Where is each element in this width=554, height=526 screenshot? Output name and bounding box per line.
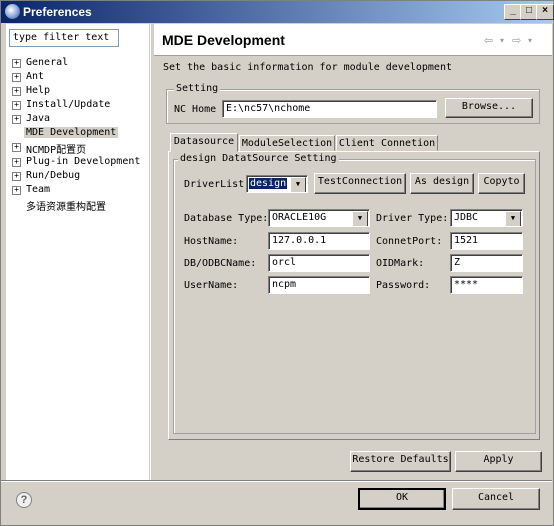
username-label: UserName: [184, 280, 239, 291]
driverlist-combo[interactable]: design ▼ [246, 175, 308, 193]
database-type-combo[interactable]: ORACLE10G ▼ [268, 209, 370, 227]
oidmark-input[interactable]: Z [450, 254, 523, 272]
copyto-button[interactable]: Copyto [478, 173, 525, 194]
driverlist-label: DriverList [184, 179, 245, 190]
driverlist-value: design [249, 178, 288, 189]
tree-item-label: 多语资源重构配置 [26, 202, 106, 213]
restore-defaults-button[interactable]: Restore Defaults [350, 451, 451, 472]
tree-item-label: Install/Update [26, 99, 111, 110]
oidmark-label: OIDMark: [376, 258, 425, 269]
ok-button[interactable]: OK [358, 488, 446, 510]
password-label: Password: [376, 280, 431, 291]
expand-icon[interactable]: + [12, 73, 21, 82]
database-type-value: ORACLE10G [272, 212, 327, 223]
driver-type-value: JDBC [454, 212, 479, 223]
setting-group-label: Setting [174, 83, 221, 94]
page-header: MDE Development ⇦ ▾ ⇨ ▾ [154, 24, 552, 56]
dropdown-arrow-icon[interactable]: ▼ [505, 211, 521, 226]
expand-icon[interactable]: + [12, 115, 21, 124]
tree-item-label: Ant [26, 71, 45, 82]
design-datasource-group [173, 159, 536, 434]
eclipse-app-icon [5, 4, 20, 19]
splitter-sash[interactable] [150, 24, 154, 480]
expand-icon[interactable]: + [12, 59, 21, 68]
expand-icon[interactable]: + [12, 158, 21, 167]
help-icon[interactable]: ? [16, 492, 32, 508]
close-button[interactable]: × [536, 4, 554, 20]
tree-item-label: NCMDP配置页 [26, 145, 87, 156]
as-design-button[interactable]: As design [410, 173, 474, 194]
title-bar[interactable]: Preferences _ □ × [1, 1, 554, 23]
database-type-label: Database Type: [184, 213, 269, 224]
tree-item-label: Help [26, 85, 51, 96]
expand-icon[interactable]: + [12, 143, 21, 152]
dropdown-arrow-icon[interactable]: ▼ [352, 211, 368, 226]
tree-item-label: MDE Development [24, 127, 119, 138]
expand-icon[interactable]: + [12, 186, 21, 195]
page-title: MDE Development [162, 32, 285, 48]
tab-moduleselection[interactable]: ModuleSelection [239, 135, 335, 151]
db-odbc-name-input[interactable]: orcl [268, 254, 370, 272]
tab-client-connetion[interactable]: Client Connetion [336, 135, 438, 151]
apply-button[interactable]: Apply [455, 451, 542, 472]
nc-home-label: NC Home [174, 104, 217, 115]
test-connection-button[interactable]: TestConnection [314, 173, 406, 194]
tree-item-label: Team [26, 184, 51, 195]
dropdown-arrow-icon[interactable]: ▼ [290, 177, 306, 192]
filter-input[interactable]: type filter text [9, 29, 119, 47]
tree-item-label: Plug-in Development [26, 156, 141, 167]
driver-type-combo[interactable]: JDBC ▼ [450, 209, 523, 227]
nc-home-input[interactable]: E:\nc57\nchome [222, 100, 437, 118]
tree-item-label: Java [26, 113, 51, 124]
forward-arrow-icon[interactable]: ⇨ [512, 34, 521, 47]
expand-icon[interactable]: + [12, 172, 21, 181]
db-odbc-name-label: DB/ODBCName: [184, 258, 257, 269]
tab-datasource[interactable]: Datasource [170, 133, 238, 152]
connetport-label: ConnetPort: [376, 236, 443, 247]
hostname-label: HostName: [184, 236, 239, 247]
forward-dropdown-icon[interactable]: ▾ [528, 36, 532, 45]
tree-item-label: Run/Debug [26, 170, 81, 181]
dialog-separator [1, 480, 552, 482]
connetport-input[interactable]: 1521 [450, 232, 523, 250]
hostname-input[interactable]: 127.0.0.1 [268, 232, 370, 250]
cancel-button[interactable]: Cancel [452, 488, 540, 510]
design-datasource-group-label: design DatatSource Setting [178, 153, 339, 164]
page-description: Set the basic information for module dev… [163, 62, 452, 73]
back-arrow-icon[interactable]: ⇦ [484, 34, 493, 47]
expand-icon[interactable]: + [12, 101, 21, 110]
tree-item-label: General [26, 57, 69, 68]
username-input[interactable]: ncpm [268, 276, 370, 294]
back-dropdown-icon[interactable]: ▾ [500, 36, 504, 45]
password-input[interactable]: **** [450, 276, 523, 294]
window-title: Preferences [23, 5, 92, 19]
driver-type-label: Driver Type: [376, 213, 449, 224]
expand-icon[interactable]: + [12, 87, 21, 96]
browse-button[interactable]: Browse... [445, 98, 533, 118]
